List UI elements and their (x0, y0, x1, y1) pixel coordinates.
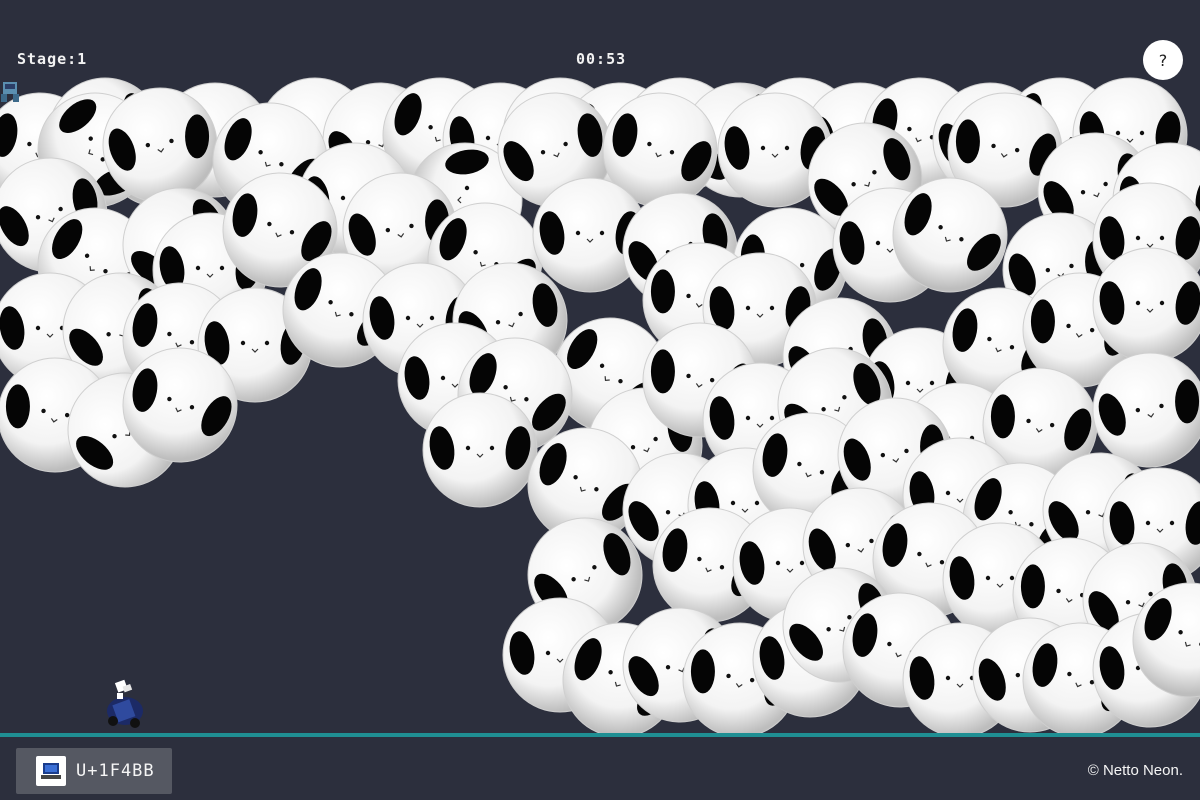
playfield (0, 77, 1200, 735)
panda-ball-pile (0, 77, 1200, 735)
player-robot-car (107, 679, 143, 728)
panda-ball (1092, 247, 1200, 363)
life-robot-icon (1, 82, 19, 102)
laptop-icon (36, 756, 66, 786)
panda-ball (422, 392, 538, 508)
emoji-code-button[interactable]: U+1F4BB (16, 748, 172, 794)
footer-bar (0, 737, 1200, 800)
copyright-text: © Netto Neon. (1087, 762, 1183, 779)
emoji-code-label: U+1F4BB (76, 761, 155, 781)
